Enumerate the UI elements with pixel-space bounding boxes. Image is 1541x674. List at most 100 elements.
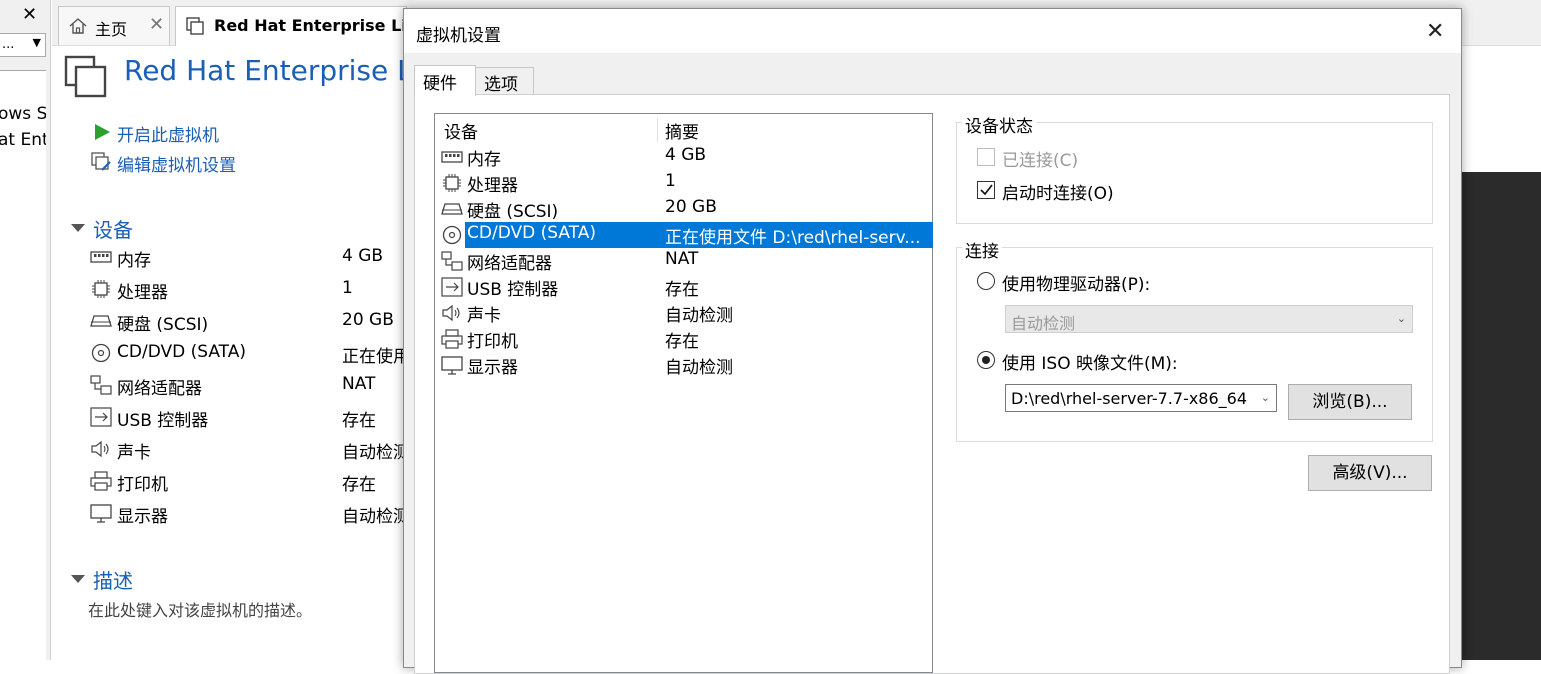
hardware-summary: 20 GB	[665, 197, 717, 217]
network-adapter-icon	[441, 251, 463, 271]
connect-at-power-on-checkbox[interactable]	[977, 181, 995, 199]
device-row[interactable]: 声卡 自动检测	[90, 436, 410, 464]
device-value: 自动检测	[342, 507, 410, 527]
vm-settings-dialog: 虚拟机设置 ✕ 硬件 选项 设备 摘要 内存 4 GB 处理器 1 硬盘 (SCSI) 2…	[403, 8, 1462, 674]
physical-drive-label: 使用物理驱动器(P):	[1002, 275, 1151, 295]
hard-disk-icon	[441, 203, 463, 215]
hard-disk-icon	[90, 315, 112, 327]
chevron-down-icon: ▼	[32, 36, 41, 49]
device-row[interactable]: 内存 4 GB	[90, 244, 410, 272]
display-icon	[441, 356, 463, 375]
device-value: 存在	[342, 411, 376, 431]
cd-dvd-icon	[442, 225, 462, 245]
tab-hardware[interactable]: 硬件	[414, 65, 476, 96]
vm-console-area	[1460, 172, 1541, 660]
edit-settings-link[interactable]: 编辑虚拟机设置	[117, 151, 236, 176]
physical-drive-value: 自动检测	[1011, 314, 1076, 333]
display-icon	[90, 504, 112, 523]
hardware-summary: 存在	[665, 332, 699, 352]
hardware-row[interactable]: 打印机 存在	[439, 326, 933, 352]
column-separator[interactable]	[657, 118, 658, 142]
device-value: 20 GB	[342, 310, 394, 330]
play-icon	[95, 124, 110, 140]
memory-icon	[441, 151, 463, 163]
check-icon	[980, 184, 993, 196]
tab-vm[interactable]: Red Hat Enterprise Linu	[175, 6, 430, 46]
description-field[interactable]: 在此处键入对该虚拟机的描述。	[88, 597, 312, 621]
column-header-summary[interactable]: 摘要	[665, 118, 699, 143]
library-close-button[interactable]: ✕	[22, 4, 37, 25]
power-on-link[interactable]: 开启此虚拟机	[117, 121, 219, 146]
tab-vm-label: Red Hat Enterprise Linu	[214, 16, 430, 35]
dialog-titlebar: 虚拟机设置 ✕	[404, 9, 1461, 53]
hardware-row[interactable]: 声卡 自动检测	[439, 300, 933, 326]
advanced-button[interactable]: 高级(V)...	[1308, 455, 1432, 491]
printer-icon	[441, 329, 463, 349]
device-status-group	[956, 122, 1433, 224]
chevron-down-icon: ⌄	[1396, 312, 1406, 325]
hardware-row[interactable]: 显示器 自动检测	[439, 352, 933, 378]
tab-home[interactable]: 主页 ✕	[58, 6, 170, 45]
dialog-title: 虚拟机设置	[416, 26, 501, 46]
column-header-device[interactable]: 设备	[444, 118, 478, 143]
device-name: USB 控制器	[117, 411, 209, 431]
hardware-summary: 自动检测	[665, 306, 733, 326]
dialog-close-button[interactable]: ✕	[1426, 19, 1444, 44]
iso-image-radio[interactable]	[977, 351, 995, 369]
library-item[interactable]: at Ent	[0, 130, 46, 150]
network-adapter-icon	[90, 375, 112, 395]
vm-title: Red Hat Enterprise Lin	[124, 54, 439, 87]
library-panel: ✕ ... ▼ l ows Se at Ent	[0, 0, 51, 661]
device-row[interactable]: 硬盘 (SCSI) 20 GB	[90, 308, 410, 336]
hardware-summary: NAT	[665, 249, 699, 269]
hardware-name: 显示器	[467, 358, 518, 378]
hardware-row[interactable]: CD/DVD (SATA) 正在使用文件 D:\red\rhel-serv...	[439, 222, 933, 248]
processor-icon	[92, 280, 110, 298]
connected-checkbox	[977, 148, 995, 166]
home-icon	[69, 18, 87, 34]
library-tree: l ows Se at Ent	[0, 70, 46, 661]
device-name: 网络适配器	[117, 379, 202, 399]
device-name: 处理器	[117, 283, 168, 303]
hardware-summary: 1	[665, 171, 676, 191]
physical-drive-radio[interactable]	[977, 272, 995, 290]
device-value: NAT	[342, 374, 376, 394]
close-icon[interactable]: ✕	[149, 14, 164, 35]
collapse-description-icon[interactable]	[71, 575, 85, 583]
device-name: 内存	[117, 251, 151, 271]
device-name: CD/DVD (SATA)	[117, 342, 246, 362]
hardware-name: 打印机	[467, 332, 518, 352]
device-value: 1	[342, 278, 353, 298]
hardware-row[interactable]: 硬盘 (SCSI) 20 GB	[439, 196, 933, 222]
tab-options[interactable]: 选项	[475, 67, 534, 95]
vm-icon	[186, 17, 204, 35]
devices-heading: 设备	[93, 218, 133, 242]
device-row[interactable]: 显示器 自动检测	[90, 500, 410, 528]
hardware-list: 设备 摘要 内存 4 GB 处理器 1 硬盘 (SCSI) 20 GB CD/DVD (SA…	[434, 113, 933, 673]
hardware-row[interactable]: 内存 4 GB	[439, 144, 933, 170]
printer-icon	[90, 471, 112, 491]
vm-large-icon	[64, 55, 107, 98]
device-row[interactable]: 网络适配器 NAT	[90, 372, 410, 400]
device-row[interactable]: 打印机 存在	[90, 468, 410, 496]
hardware-summary: 4 GB	[665, 145, 707, 165]
description-heading: 描述	[93, 569, 133, 593]
iso-path-combo[interactable]: D:\red\rhel-server-7.7-x86_64 ⌄	[1005, 384, 1277, 412]
library-search-combo[interactable]: ... ▼	[0, 33, 46, 57]
processor-icon	[443, 174, 461, 192]
library-item[interactable]: l	[0, 77, 1, 97]
device-row[interactable]: USB 控制器 存在	[90, 404, 410, 432]
browse-button[interactable]: 浏览(B)...	[1288, 384, 1412, 420]
chevron-down-icon: ⌄	[1260, 391, 1270, 404]
physical-drive-select: 自动检测 ⌄	[1005, 305, 1413, 333]
hardware-row[interactable]: 网络适配器 NAT	[439, 248, 933, 274]
device-row[interactable]: 处理器 1	[90, 276, 410, 304]
hardware-summary: 正在使用文件 D:\red\rhel-serv...	[665, 228, 921, 248]
device-name: 显示器	[117, 507, 168, 527]
hardware-row[interactable]: USB 控制器 存在	[439, 274, 933, 300]
hardware-name: 硬盘 (SCSI)	[467, 202, 559, 222]
collapse-devices-icon[interactable]	[71, 224, 85, 232]
library-item[interactable]: ows Se	[0, 104, 46, 124]
device-row[interactable]: CD/DVD (SATA) 正在使用	[90, 340, 410, 368]
hardware-row[interactable]: 处理器 1	[439, 170, 933, 196]
